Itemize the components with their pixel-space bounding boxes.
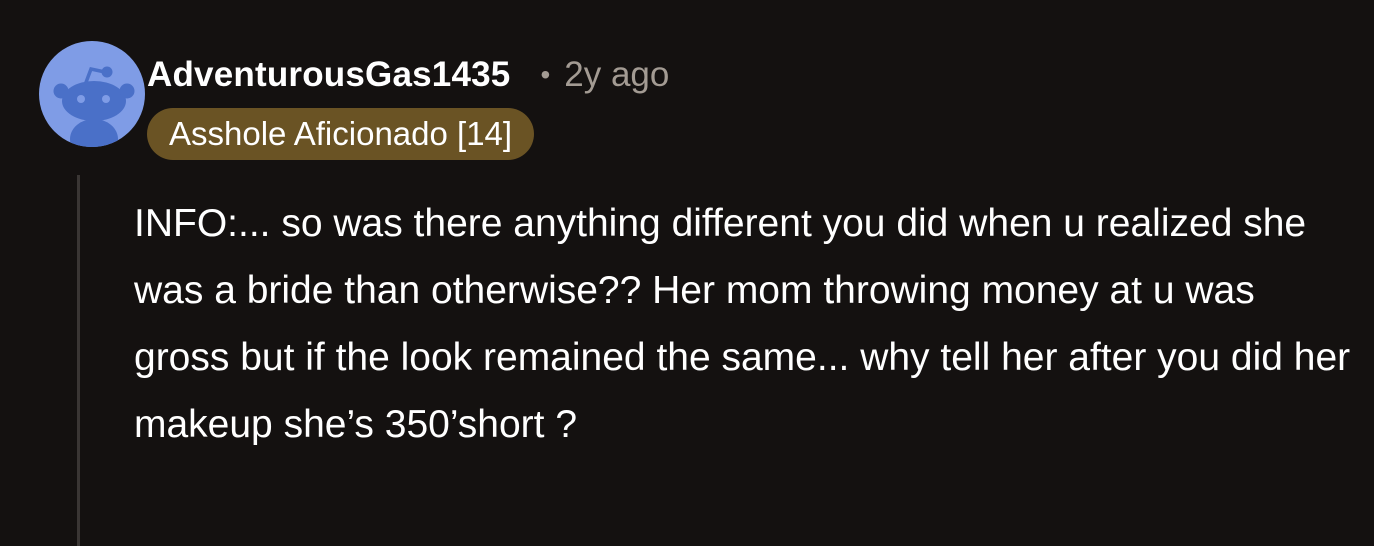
comment-timestamp[interactable]: 2y ago	[564, 55, 669, 95]
avatar[interactable]	[39, 41, 145, 147]
comment-body: INFO:... so was there anything different…	[134, 202, 1351, 446]
thread-collapse-line[interactable]	[77, 175, 80, 546]
author-username[interactable]: AdventurousGas1435	[147, 55, 510, 95]
comment: AdventurousGas1435 • 2y ago Asshole Afic…	[0, 0, 1374, 546]
comment-header: AdventurousGas1435 • 2y ago	[147, 52, 669, 98]
user-flair-badge: Asshole Aficionado [14]	[147, 108, 535, 160]
snoo-avatar-icon	[39, 41, 145, 147]
meta-separator: •	[540, 59, 551, 90]
